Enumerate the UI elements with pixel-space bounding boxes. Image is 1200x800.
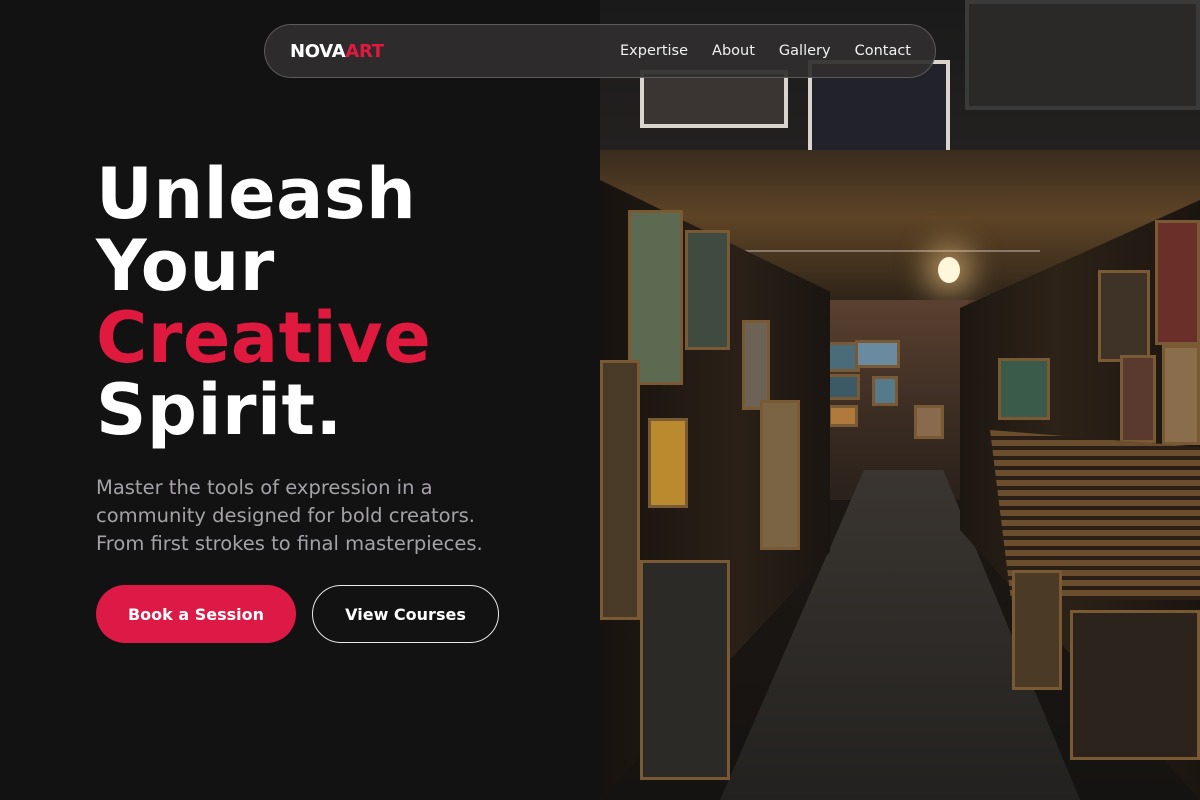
photo-light-bulb bbox=[938, 257, 960, 283]
hero-image bbox=[600, 0, 1200, 800]
photo-painting bbox=[1098, 270, 1150, 362]
logo-text-art: ART bbox=[345, 40, 384, 62]
photo-painting bbox=[914, 405, 944, 439]
photo-painting bbox=[872, 376, 898, 406]
photo-painting bbox=[828, 405, 858, 427]
photo-painting bbox=[855, 340, 900, 368]
photo-wire bbox=[710, 250, 1040, 252]
photo-painting bbox=[1070, 610, 1200, 760]
photo-painting bbox=[1012, 570, 1062, 690]
headline-line-3-accent: Creative bbox=[96, 297, 432, 379]
photo-painting bbox=[628, 210, 683, 385]
photo-painting bbox=[1120, 355, 1156, 443]
photo-painting bbox=[1162, 345, 1200, 445]
nav-links: Expertise About Gallery Contact bbox=[620, 43, 911, 59]
book-session-button[interactable]: Book a Session bbox=[96, 585, 296, 643]
photo-painting bbox=[640, 560, 730, 780]
brand-logo[interactable]: NOVAART bbox=[290, 41, 384, 62]
landing-page: NOVAART Expertise About Gallery Contact … bbox=[0, 0, 1200, 800]
hero-actions: Book a Session View Courses bbox=[96, 585, 499, 643]
nav-link-expertise[interactable]: Expertise bbox=[620, 43, 688, 59]
headline-line-1: Unleash bbox=[96, 153, 417, 235]
photo-painting bbox=[685, 230, 730, 350]
photo-painting bbox=[760, 400, 800, 550]
photo-painting bbox=[965, 0, 1200, 110]
nav-link-gallery[interactable]: Gallery bbox=[779, 43, 831, 59]
photo-painting bbox=[742, 320, 770, 410]
top-navigation: NOVAART Expertise About Gallery Contact bbox=[264, 24, 936, 78]
nav-link-about[interactable]: About bbox=[712, 43, 755, 59]
nav-link-contact[interactable]: Contact bbox=[855, 43, 911, 59]
headline-line-2: Your bbox=[96, 225, 275, 307]
photo-painting bbox=[648, 418, 688, 508]
photo-painting bbox=[600, 360, 640, 620]
photo-painting bbox=[826, 374, 860, 400]
photo-painting bbox=[1155, 220, 1200, 345]
headline-line-4: Spirit. bbox=[96, 369, 343, 451]
logo-text-nova: NOVA bbox=[290, 40, 346, 62]
hero-subtitle: Master the tools of expression in a comm… bbox=[96, 476, 483, 555]
hero-content: Unleash Your Creative Spirit. Master the… bbox=[96, 158, 596, 558]
photo-painting bbox=[640, 70, 788, 128]
view-courses-button[interactable]: View Courses bbox=[312, 585, 499, 643]
photo-painting bbox=[998, 358, 1050, 420]
hero-headline: Unleash Your Creative Spirit. bbox=[96, 158, 596, 446]
